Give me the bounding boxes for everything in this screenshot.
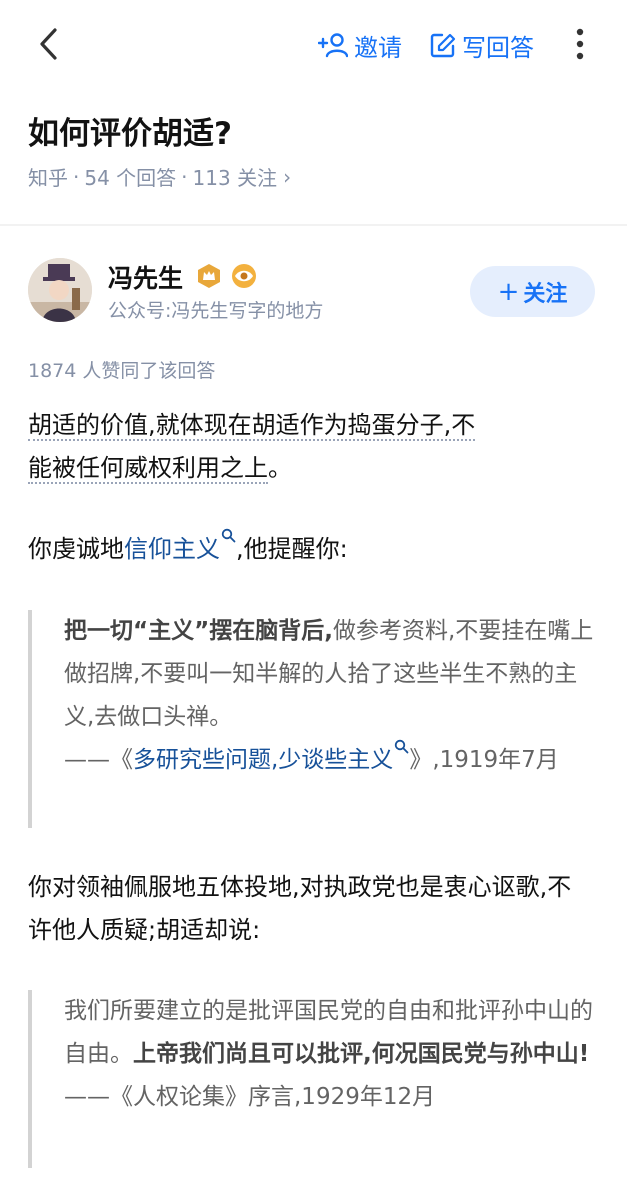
more-options-icon[interactable] [568, 26, 592, 62]
link-text: 多研究些问题,少谈些主义 [133, 747, 394, 773]
answer-paragraph-3: 你对领袖佩服地五体投地,对执政党也是衷心讴歌,不许他人质疑;胡适却说: [28, 873, 572, 944]
question-source: 知乎 [28, 166, 68, 190]
blockquote-1: 把一切“主义”摆在脑背后,做参考资料,不要挂在嘴上做招牌,不要叫一知半解的人拾了… [28, 610, 598, 828]
blockquote-2: 我们所要建立的是批评国民党的自由和批评孙中山的自由。上帝我们尚且可以批评,何况国… [28, 990, 598, 1168]
paragraph-punct: 。 [268, 454, 292, 482]
answer-paragraph-2: 你虔诚地信仰主义 ,他提醒你: [28, 528, 588, 571]
search-icon [221, 528, 236, 543]
search-link-xinyangzhuyi[interactable]: 信仰主义 [124, 528, 236, 563]
quote-citation: ——《 [64, 747, 133, 773]
crown-badge-icon [196, 263, 222, 289]
follow-label: 关注 [523, 281, 568, 307]
paragraph-text: 能被任何威权利用之上 [28, 454, 268, 482]
section-divider [0, 224, 627, 226]
search-icon [395, 739, 409, 754]
meta-separator: · [73, 164, 80, 189]
paragraph-text: ,他提醒你: [236, 535, 348, 563]
search-link-essay[interactable]: 多研究些问题,少谈些主义 [133, 739, 409, 773]
avatar[interactable] [28, 258, 92, 322]
follow-count: 113 关注 [192, 166, 278, 190]
invite-label: 邀请 [354, 33, 402, 62]
paragraph-text: 你虔诚地 [28, 535, 124, 563]
add-user-icon [318, 33, 348, 58]
follow-button[interactable]: + 关注 [470, 266, 595, 317]
chevron-right-icon: › [283, 164, 292, 189]
invite-button[interactable]: 邀请 [318, 28, 402, 62]
back-arrow-icon[interactable] [30, 24, 70, 64]
write-answer-label: 写回答 [462, 33, 534, 62]
highlight-text[interactable]: 胡适的价值,就体现在胡适作为捣蛋分子,不 能被任何威权利用之上 [28, 411, 476, 484]
answer-count: 54 个回答 [84, 166, 177, 190]
quote-citation: 》,1919年7月 [409, 747, 559, 773]
eye-badge-icon [231, 263, 257, 289]
write-answer-button[interactable]: 写回答 [430, 28, 534, 62]
top-bar: 邀请 写回答 [0, 0, 627, 90]
paragraph-text: 胡适的价值,就体现在胡适作为捣蛋分子,不 [28, 411, 476, 439]
question-title[interactable]: 如何评价胡适? [28, 108, 232, 153]
answer-paragraph-1: 胡适的价值,就体现在胡适作为捣蛋分子,不 能被任何威权利用之上。 [28, 404, 588, 490]
author-subtitle: 公众号:冯先生写字的地方 [108, 300, 324, 322]
edit-icon [430, 33, 456, 58]
quote-bold-text: 上帝我们尚且可以批评,何况国民党与孙中山! [133, 1041, 590, 1067]
author-name[interactable]: 冯先生 [108, 259, 183, 295]
meta-separator: · [181, 164, 188, 189]
vote-count: 1874 人赞同了该回答 [28, 360, 216, 382]
plus-icon: + [497, 276, 520, 307]
quote-citation: ——《人权论集》序言,1929年12月 [64, 1084, 436, 1110]
link-text: 信仰主义 [124, 535, 220, 563]
quote-bold-text: 把一切“主义”摆在脑背后, [64, 618, 333, 644]
question-meta[interactable]: 知乎 · 54 个回答 · 113 关注 › [28, 162, 291, 191]
